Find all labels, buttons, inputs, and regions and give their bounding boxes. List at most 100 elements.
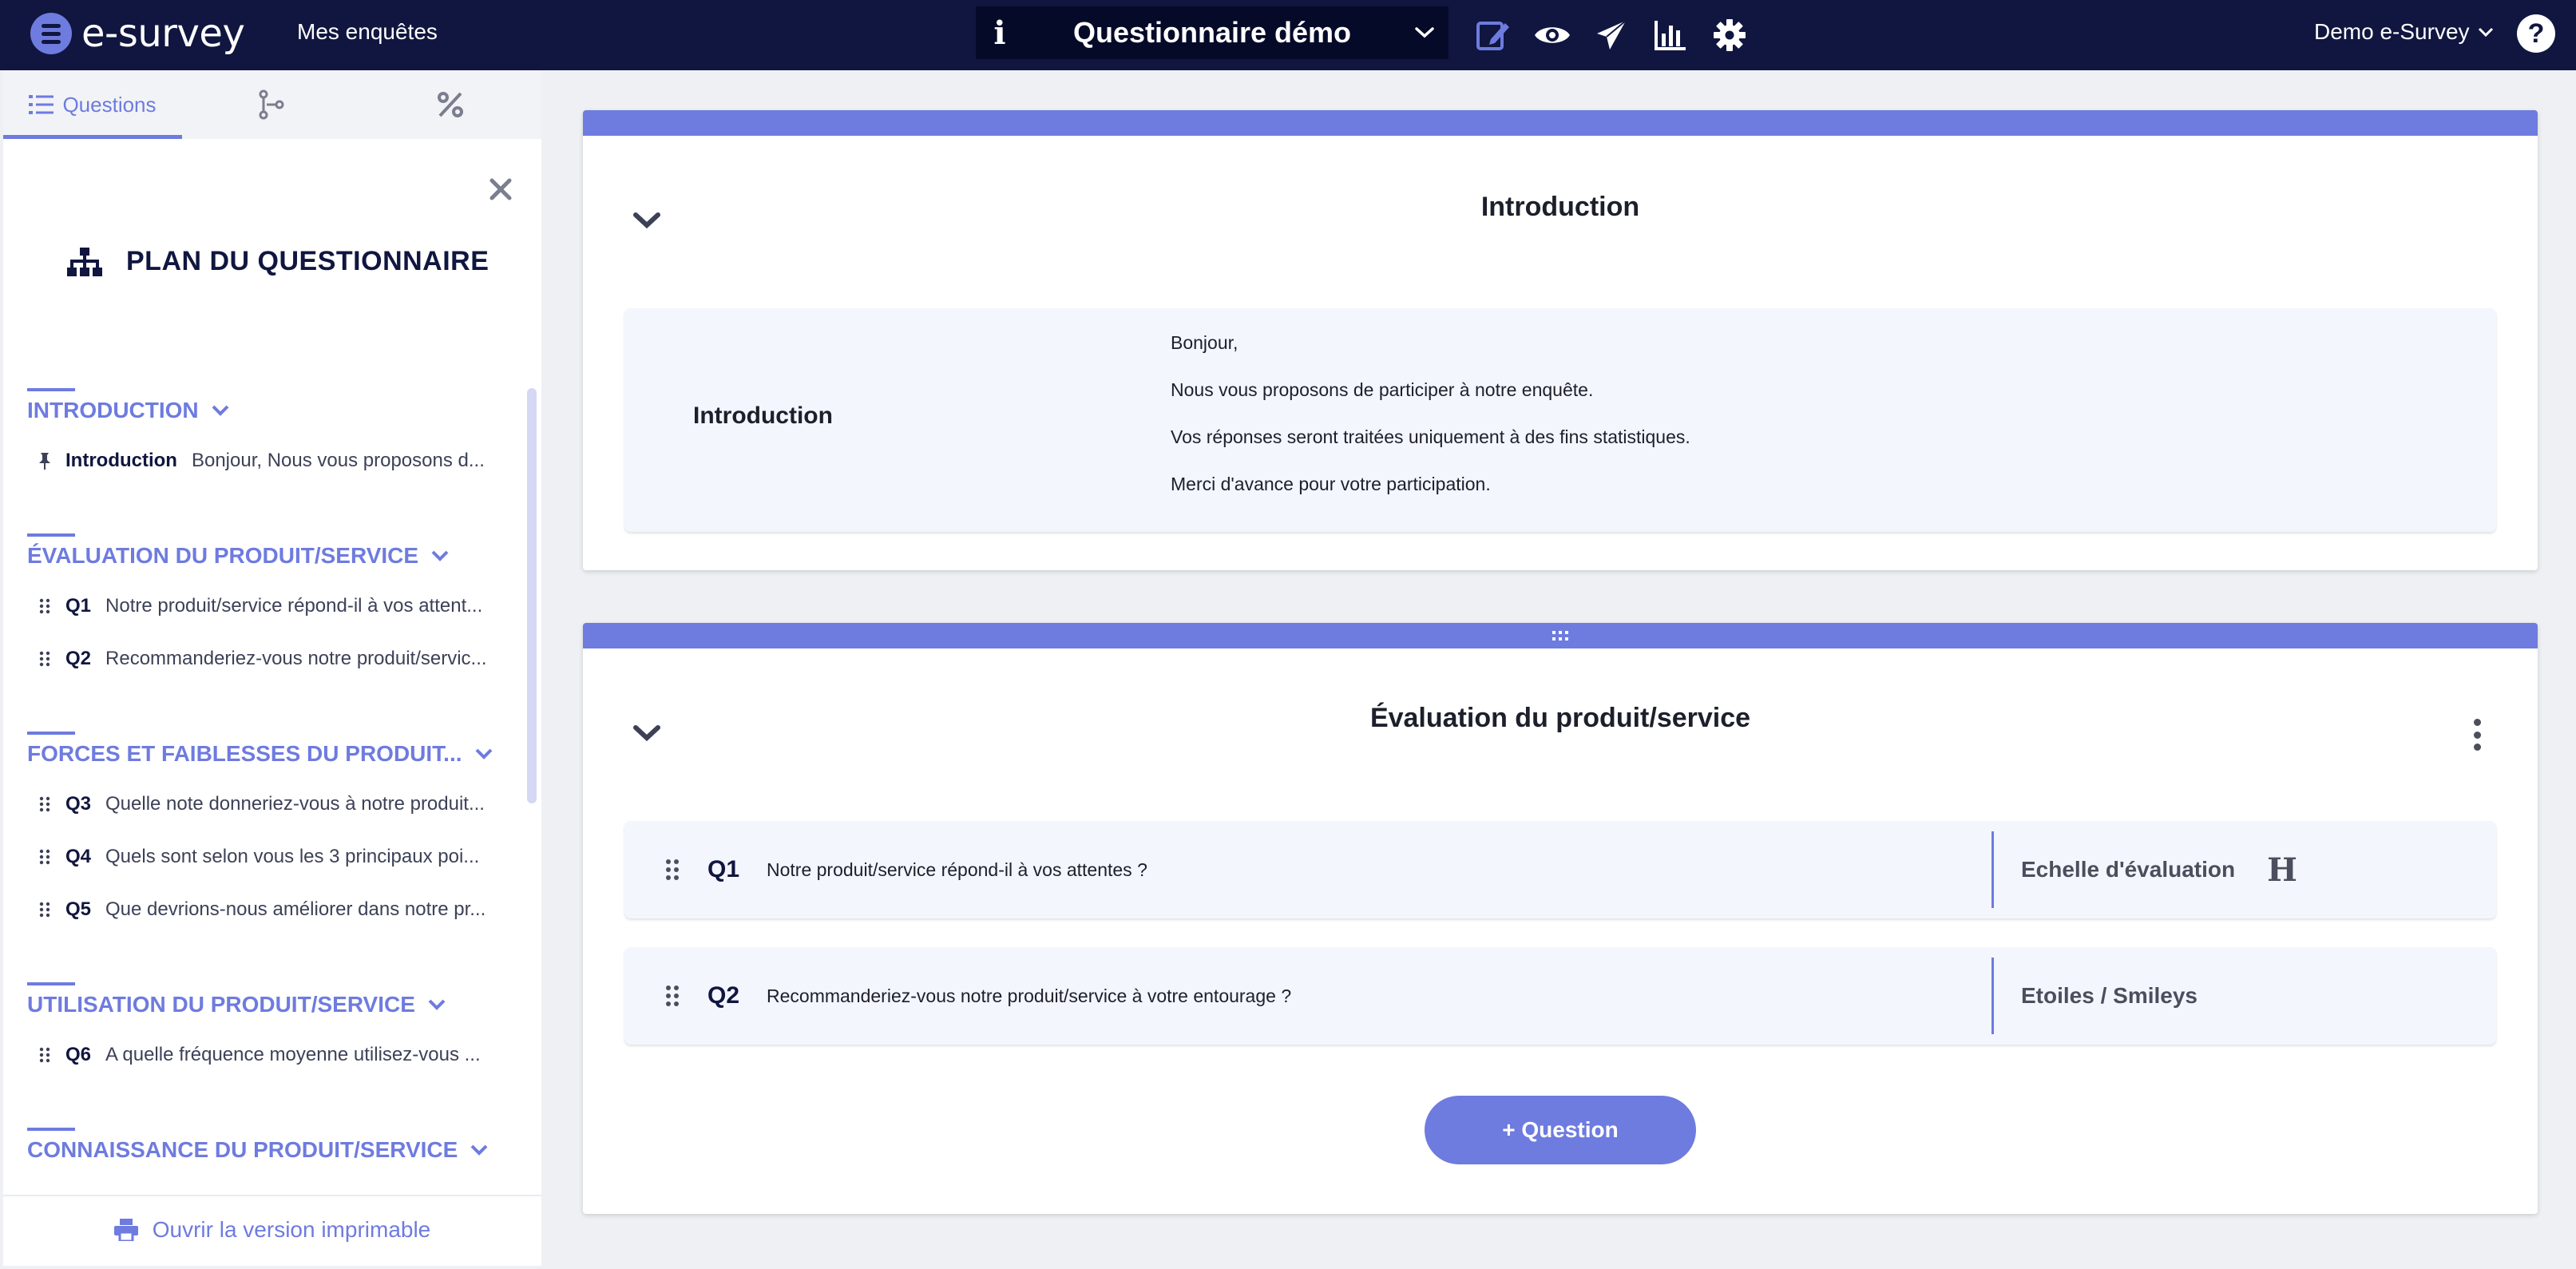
- more-options-icon[interactable]: [2467, 719, 2487, 751]
- tab-logic[interactable]: [182, 70, 361, 139]
- chevron-down-icon[interactable]: [431, 550, 449, 561]
- drag-handle-icon[interactable]: [35, 796, 54, 812]
- list-item[interactable]: Q3 Quelle note donneriez-vous à notre pr…: [27, 778, 517, 831]
- list-icon: [29, 95, 54, 114]
- list-item[interactable]: Q1 Notre produit/service répond-il à vos…: [27, 580, 517, 633]
- section-header[interactable]: CONNAISSANCE DU PRODUIT/SERVICE: [27, 1137, 517, 1163]
- section-divider: [27, 388, 75, 391]
- logo[interactable]: e-survey: [30, 11, 245, 56]
- chevron-down-icon[interactable]: [212, 405, 229, 416]
- drag-handle-icon[interactable]: [35, 849, 54, 865]
- tab-quotas[interactable]: [361, 70, 540, 139]
- item-code: Q5: [65, 898, 92, 920]
- item-text: A quelle fréquence moyenne utilisez-vous…: [105, 1044, 481, 1065]
- sitemap-icon: [67, 247, 102, 276]
- question-type: Etoiles / Smileys: [2021, 983, 2198, 1009]
- page-card-header-strip: [583, 110, 2538, 136]
- help-icon[interactable]: ?: [2517, 14, 2555, 53]
- section-divider: [27, 732, 75, 735]
- chevron-down-icon[interactable]: [428, 999, 446, 1010]
- sidebar-scrollbar[interactable]: [527, 388, 537, 803]
- edit-icon[interactable]: [1472, 14, 1514, 56]
- sidebar-tabs: Questions: [3, 70, 541, 139]
- section-title: INTRODUCTION: [27, 398, 199, 422]
- question-type-label: Etoiles / Smileys: [2021, 983, 2198, 1008]
- drag-handle-icon[interactable]: [35, 1047, 54, 1063]
- question-row[interactable]: Q2 Recommanderiez-vous notre produit/ser…: [624, 947, 2496, 1045]
- survey-selector[interactable]: i Questionnaire démo: [976, 6, 1449, 59]
- user-name: Demo e-Survey: [2314, 19, 2470, 44]
- item-text: Bonjour, Nous vous proposons d...: [191, 450, 485, 471]
- section-header[interactable]: ÉVALUATION DU PRODUIT/SERVICE: [27, 543, 517, 569]
- chevron-down-icon[interactable]: [1401, 26, 1449, 39]
- list-item[interactable]: Q2 Recommanderiez-vous notre produit/ser…: [27, 633, 517, 685]
- intro-block[interactable]: Introduction Bonjour, Nous vous proposon…: [624, 308, 2496, 532]
- drag-handle-icon[interactable]: [35, 598, 54, 614]
- gear-icon[interactable]: [1709, 14, 1750, 56]
- drag-handle-icon[interactable]: [1552, 630, 1569, 641]
- item-code: Q6: [65, 1044, 92, 1065]
- plan-list: INTRODUCTION Introduction Bonjour, Nous …: [27, 388, 517, 1195]
- list-item[interactable]: Q6 A quelle fréquence moyenne utilisez-v…: [27, 1029, 517, 1081]
- section-title: ÉVALUATION DU PRODUIT/SERVICE: [27, 543, 419, 568]
- printer-icon: [113, 1219, 138, 1241]
- my-surveys-link[interactable]: Mes enquêtes: [297, 19, 438, 45]
- item-text: Recommanderiez-vous notre produit/servic…: [105, 648, 487, 669]
- bar-chart-icon[interactable]: [1650, 14, 1691, 56]
- branching-icon: [259, 89, 284, 120]
- percent-icon: [438, 92, 463, 117]
- drag-handle-icon[interactable]: [663, 985, 682, 1007]
- tab-questions-label: Questions: [62, 92, 157, 117]
- page-title: Introduction: [1480, 192, 1640, 222]
- question-divider: [1991, 958, 1994, 1034]
- section-header[interactable]: UTILISATION DU PRODUIT/SERVICE: [27, 992, 517, 1017]
- intro-line: Vos réponses seront traitées uniquement …: [1171, 426, 1690, 447]
- sidebar: Questions PLAN DU QUESTIONNAIRE INTRODUC…: [3, 70, 541, 1266]
- section-header[interactable]: INTRODUCTION: [27, 398, 517, 423]
- item-code: Q4: [65, 846, 92, 867]
- close-icon[interactable]: [482, 171, 519, 208]
- page-card-introduction: Introduction Introduction Bonjour, Nous …: [583, 110, 2538, 570]
- section-divider: [27, 1128, 75, 1131]
- plan-section-knowledge: CONNAISSANCE DU PRODUIT/SERVICE: [27, 1128, 517, 1163]
- question-divider: [1991, 831, 1994, 908]
- list-item[interactable]: Q4 Quels sont selon vous les 3 principau…: [27, 831, 517, 883]
- question-type-label: Echelle d'évaluation: [2021, 857, 2236, 882]
- info-icon[interactable]: i: [976, 14, 1024, 52]
- item-text: Quelle note donneriez-vous à notre produ…: [105, 793, 485, 815]
- question-code: Q2: [707, 982, 740, 1009]
- intro-line: Merci d'avance pour votre participation.: [1171, 474, 1491, 494]
- toolbar: [1472, 14, 1750, 56]
- drag-handle-icon[interactable]: [35, 902, 54, 918]
- intro-line: Bonjour,: [1171, 332, 1238, 353]
- item-code: Q3: [65, 793, 92, 815]
- logo-icon: [30, 13, 72, 54]
- add-question-button[interactable]: + Question: [1425, 1096, 1696, 1164]
- chevron-down-icon[interactable]: [470, 1144, 488, 1156]
- question-row[interactable]: Q1 Notre produit/service répond-il à vos…: [624, 821, 2496, 918]
- plan-section-introduction: INTRODUCTION Introduction Bonjour, Nous …: [27, 388, 517, 487]
- item-code: Introduction: [65, 450, 177, 471]
- user-menu[interactable]: Demo e-Survey: [2314, 19, 2494, 45]
- section-title: UTILISATION DU PRODUIT/SERVICE: [27, 992, 415, 1017]
- chevron-down-icon[interactable]: [475, 748, 493, 759]
- question-text: Recommanderiez-vous notre produit/servic…: [767, 985, 1292, 1006]
- send-icon[interactable]: [1591, 14, 1632, 56]
- eye-icon[interactable]: [1532, 14, 1573, 56]
- item-text: Quels sont selon vous les 3 principaux p…: [105, 846, 480, 867]
- list-item[interactable]: Introduction Bonjour, Nous vous proposon…: [27, 434, 517, 487]
- drag-handle-icon[interactable]: [663, 859, 682, 881]
- page-title: Évaluation du produit/service: [1369, 703, 1751, 733]
- section-header[interactable]: FORCES ET FAIBLESSES DU PRODUIT...: [27, 741, 517, 767]
- question-text: Notre produit/service répond-il à vos at…: [767, 859, 1147, 880]
- pin-icon: [35, 452, 54, 470]
- tab-questions[interactable]: Questions: [3, 70, 182, 139]
- plan-section-usage: UTILISATION DU PRODUIT/SERVICE Q6 A quel…: [27, 982, 517, 1081]
- page-card-header-strip[interactable]: [583, 623, 2538, 648]
- item-code: Q1: [65, 595, 92, 617]
- list-item[interactable]: Q5 Que devrions-nous améliorer dans notr…: [27, 883, 517, 936]
- print-version-link[interactable]: Ouvrir la version imprimable: [3, 1195, 541, 1263]
- drag-handle-icon[interactable]: [35, 651, 54, 667]
- item-text: Notre produit/service répond-il à vos at…: [105, 595, 483, 617]
- section-divider: [27, 982, 75, 985]
